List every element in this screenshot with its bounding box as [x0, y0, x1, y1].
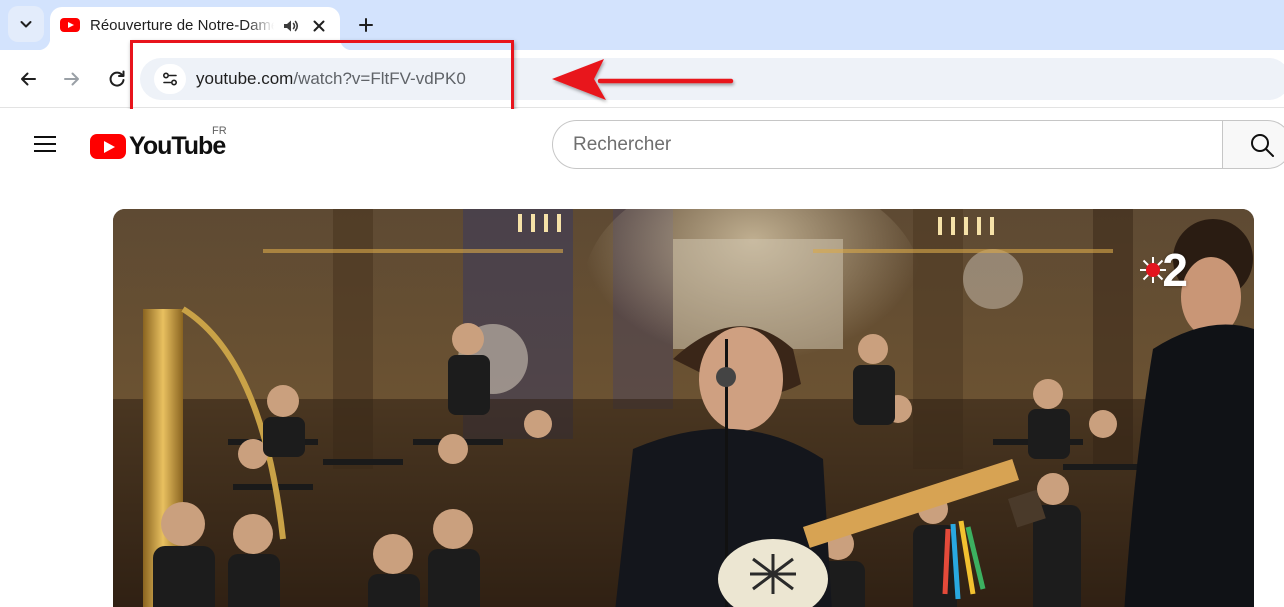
forward-button[interactable] [57, 64, 87, 94]
channel-badge-text: 2 [1162, 244, 1188, 296]
video-player[interactable]: 2 [113, 209, 1254, 607]
youtube-logo-text: YouTube [129, 131, 226, 160]
tab-search-button[interactable] [8, 6, 44, 42]
close-icon [313, 20, 325, 32]
search-input[interactable] [552, 120, 1224, 169]
video-frame [113, 209, 1254, 607]
channel-badge: 2 [1138, 247, 1188, 293]
back-button[interactable] [13, 64, 43, 94]
arrow-right-icon [64, 72, 79, 86]
youtube-play-logo-icon [90, 133, 126, 159]
new-tab-button[interactable] [352, 11, 380, 39]
reload-icon [109, 70, 125, 87]
country-code: FR [212, 125, 227, 137]
tab-close-button[interactable] [308, 15, 330, 37]
youtube-masthead: YouTube FR [0, 109, 1284, 179]
search-button[interactable] [1222, 120, 1284, 169]
hamburger-icon [34, 136, 56, 152]
search-icon [1251, 133, 1274, 157]
youtube-favicon-icon [60, 18, 80, 32]
arrow-left-icon [21, 72, 36, 86]
tab-title: Réouverture de Notre-Dame de Paris [90, 17, 274, 34]
guide-menu-button[interactable] [28, 127, 62, 161]
reload-button[interactable] [102, 64, 132, 94]
speaker-icon[interactable] [280, 15, 302, 37]
annotation-highlight-box [130, 40, 514, 116]
youtube-logo[interactable]: YouTube [90, 131, 226, 161]
chevron-down-icon [20, 21, 32, 28]
plus-icon [359, 18, 373, 32]
annotation-arrow-icon [552, 59, 734, 100]
